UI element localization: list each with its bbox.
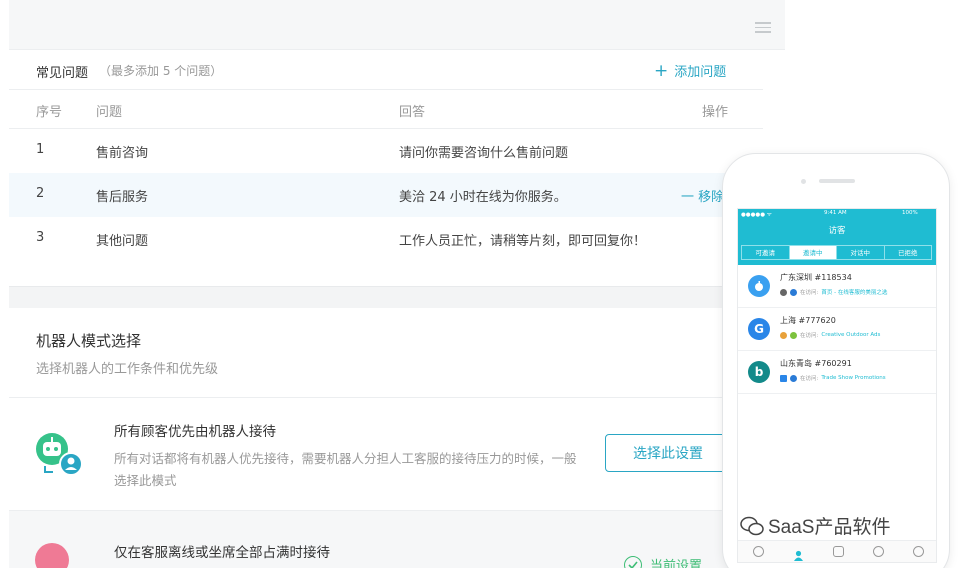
remove-button[interactable]: 一 移除 [681,186,724,205]
stats-icon[interactable] [872,546,884,557]
faq-subtitle: （最多添加 5 个问题） [99,64,223,78]
visitor-title: 山东青岛 #760291 [780,359,852,368]
row-answer: 请问你需要咨询什么售前问题 [399,146,569,161]
faq-title: 常见问题 [36,66,89,81]
robot-mode-title: 机器人模式选择 [36,332,142,350]
select-setting-button[interactable]: 选择此设置 [605,434,731,472]
wechat-icon [740,516,764,535]
google-icon: G [748,318,770,340]
visiting-label: 在访问: [800,376,819,382]
faq-header: 常见问题 （最多添加 5 个问题） + 添加问题 [9,50,763,90]
menu-icon[interactable] [755,22,771,34]
row-question: 售前咨询 [96,146,149,161]
bing-icon: b [748,361,770,383]
visitor-page: 在访问: 首页 - 在线客服的美丽之选 [780,288,887,296]
visiting-link[interactable]: Creative Outdoor Ads [821,332,880,338]
row-answer: 工作人员正忙，请稍等片刻，即可回复你！ [399,234,647,249]
faq-table-header: 序号 问题 回答 操作 [9,89,763,129]
header-op: 操作 [702,105,729,120]
windows-icon [780,374,787,382]
phone-bottom-nav [738,540,936,562]
header-answer: 回答 [399,105,426,120]
visiting-label: 在访问: [800,333,819,339]
row-num: 3 [36,230,45,245]
tab-inviting[interactable]: 邀请中 [788,245,837,260]
tab-chatting[interactable]: 对话中 [836,245,885,260]
phone-app-title: 访客 [738,219,936,243]
gear-icon[interactable] [912,546,924,557]
visiting-link[interactable]: 首页 - 在线客服的美丽之选 [821,288,887,296]
list-item[interactable]: b 山东青岛 #760291 在访问: Trade Show Promotion… [738,351,936,394]
battery-label: 100% [902,210,918,216]
current-setting-badge: 当前设置 [624,555,702,568]
row-answer: 美洽 24 小时在线为你服务。 [399,190,567,205]
visiting-link[interactable]: Trade Show Promotions [821,375,885,381]
header-question: 问题 [96,105,123,120]
option-robot-first-title: 所有顾客优先由机器人接待 [114,424,276,440]
browser-icon [790,288,797,296]
phone-mockup: ●●●●● ᯤ 9:41 AM 100% 访客 可邀请 邀请中 对话中 已拒绝 … [722,153,950,568]
section-divider [9,286,763,308]
plus-icon: + [654,60,669,81]
message-icon[interactable] [832,546,844,557]
phone-screen: ●●●●● ᯤ 9:41 AM 100% 访客 可邀请 邀请中 对话中 已拒绝 … [737,208,937,563]
row-question: 其他问题 [96,234,149,249]
os-icon [780,288,787,296]
tab-rejected[interactable]: 已拒绝 [883,245,932,260]
agent-avatar-icon [35,543,69,568]
phone-time: 9:41 AM [824,210,847,216]
visitor-title: 广东深圳 #118534 [780,273,852,282]
browser-icon [780,331,787,339]
table-row[interactable]: 1 售前咨询 请问你需要咨询什么售前问题 [9,129,763,173]
divider [9,397,763,398]
visiting-label: 在访问: [800,290,819,296]
current-setting-label: 当前设置 [650,559,703,568]
header-num: 序号 [36,105,63,120]
option-robot-first-desc: 所有对话都将有机器人优先接待，需要机器人分担人工客服的接待压力的时候，一般选择此… [114,451,577,488]
speaker-slot [819,179,855,183]
visitor-title: 上海 #777620 [780,316,836,325]
android-icon [790,331,797,339]
visitor-page: 在访问: Creative Outdoor Ads [780,331,880,339]
watermark: SaaS产品软件 [740,512,890,539]
row-num: 2 [36,186,45,201]
robot-mode-subtitle: 选择机器人的工作条件和优先级 [36,362,219,377]
list-item[interactable]: 广东深圳 #118534 在访问: 首页 - 在线客服的美丽之选 [738,265,936,308]
phone-tabs: 可邀请 邀请中 对话中 已拒绝 [738,243,936,265]
robot-icon [36,433,83,476]
top-toolbar [9,0,785,50]
option-offline-only[interactable]: 仅在客服离线或坐席全部占满时接待 当前设置 [9,510,763,568]
table-row[interactable]: 3 其他问题 工作人员正忙，请稍等片刻，即可回复你！ [9,217,763,261]
phone-status-bar: ●●●●● ᯤ 9:41 AM 100% [738,209,936,219]
list-item[interactable]: G 上海 #777620 在访问: Creative Outdoor Ads [738,308,936,351]
ie-icon [790,374,797,382]
table-row[interactable]: 2 售后服务 美洽 24 小时在线为你服务。 一 移除 [9,173,763,217]
tab-invitable[interactable]: 可邀请 [741,245,790,260]
visitor-page: 在访问: Trade Show Promotions [780,374,886,382]
add-question-label: 添加问题 [674,65,727,80]
faq-settings-panel: 常见问题 （最多添加 5 个问题） + 添加问题 序号 问题 回答 操作 1 售… [9,0,785,568]
chat-icon[interactable] [752,546,764,557]
row-num: 1 [36,142,45,157]
apple-icon [748,275,770,297]
option-offline-title: 仅在客服离线或坐席全部占满时接待 [114,545,330,561]
watermark-text: SaaS产品软件 [768,517,891,538]
signal-indicator: ●●●●● ᯤ [741,212,772,218]
add-question-button[interactable]: + 添加问题 [654,61,726,80]
row-question: 售后服务 [96,190,149,205]
camera-dot [801,179,806,184]
check-icon [624,555,642,568]
person-icon[interactable] [793,546,804,561]
